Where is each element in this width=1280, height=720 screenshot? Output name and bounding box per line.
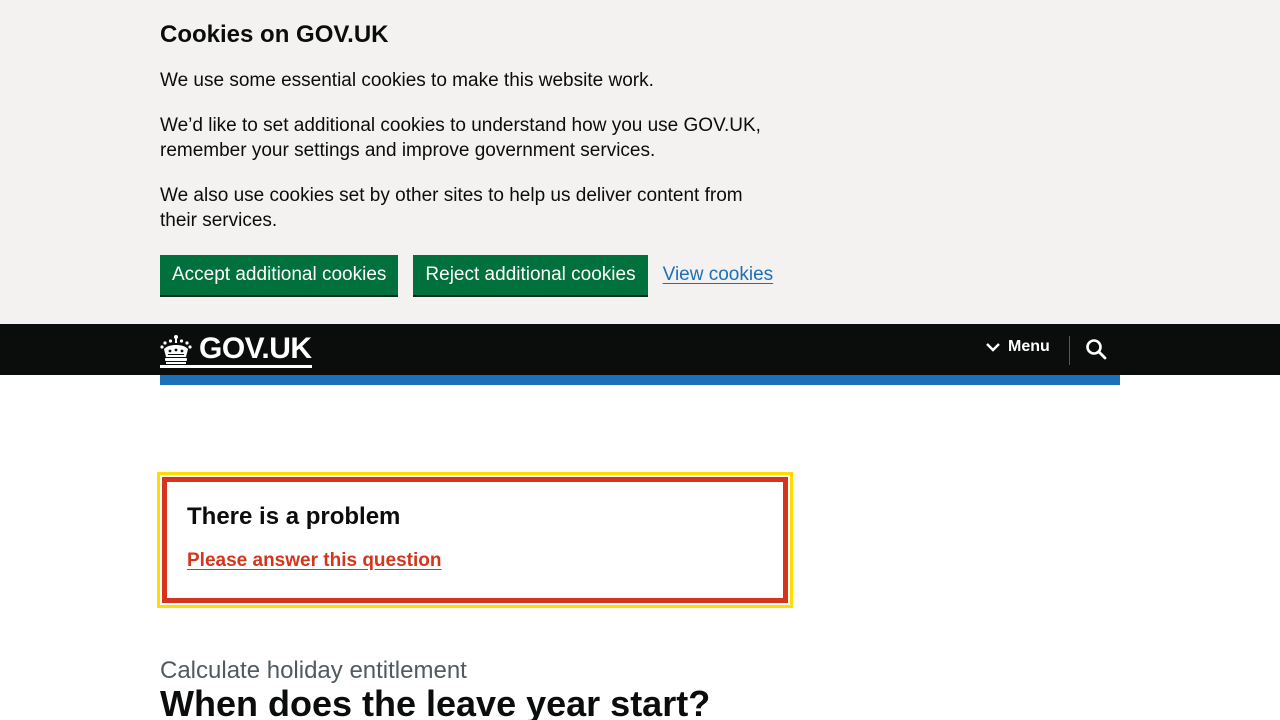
error-summary-title: There is a problem (187, 503, 401, 530)
site-header: GOV.UK Menu (0, 324, 1280, 375)
cookie-banner-title: Cookies on GOV.UK (160, 21, 389, 48)
error-summary-link[interactable]: Please answer this question (187, 550, 441, 571)
search-icon[interactable] (1084, 337, 1108, 361)
cookie-banner-content: Cookies on GOV.UK We use some essential … (160, 20, 780, 253)
menu-button[interactable]: Menu (986, 338, 1050, 356)
cookie-banner: Cookies on GOV.UK We use some essential … (0, 0, 1280, 324)
chevron-down-icon (986, 343, 1000, 352)
page-title: When does the leave year start? (160, 683, 711, 720)
cookie-banner-text-essential: We use some essential cookies to make th… (160, 70, 654, 91)
cookie-banner-text-additional: We’d like to set additional cookies to u… (160, 115, 761, 161)
cookie-banner-text-third-party: We also use cookies set by other sites t… (160, 185, 743, 231)
govuk-logo-link[interactable]: GOV.UK (160, 332, 312, 368)
accept-cookies-button[interactable]: Accept additional cookies (160, 255, 399, 295)
error-summary-body: There is a problem Please answer this qu… (162, 477, 788, 603)
reject-cookies-button[interactable]: Reject additional cookies (413, 255, 648, 295)
error-summary: There is a problem Please answer this qu… (157, 472, 793, 608)
menu-button-label: Menu (1008, 338, 1050, 355)
header-divider (1069, 336, 1070, 365)
header-blue-bar (160, 375, 1120, 385)
logo-text: GOV.UK (199, 331, 312, 365)
cookie-banner-actions: Accept additional cookies Reject additio… (160, 255, 773, 295)
crown-icon (160, 334, 192, 364)
page-caption: Calculate holiday entitlement (160, 657, 467, 684)
view-cookies-link[interactable]: View cookies (663, 264, 774, 286)
